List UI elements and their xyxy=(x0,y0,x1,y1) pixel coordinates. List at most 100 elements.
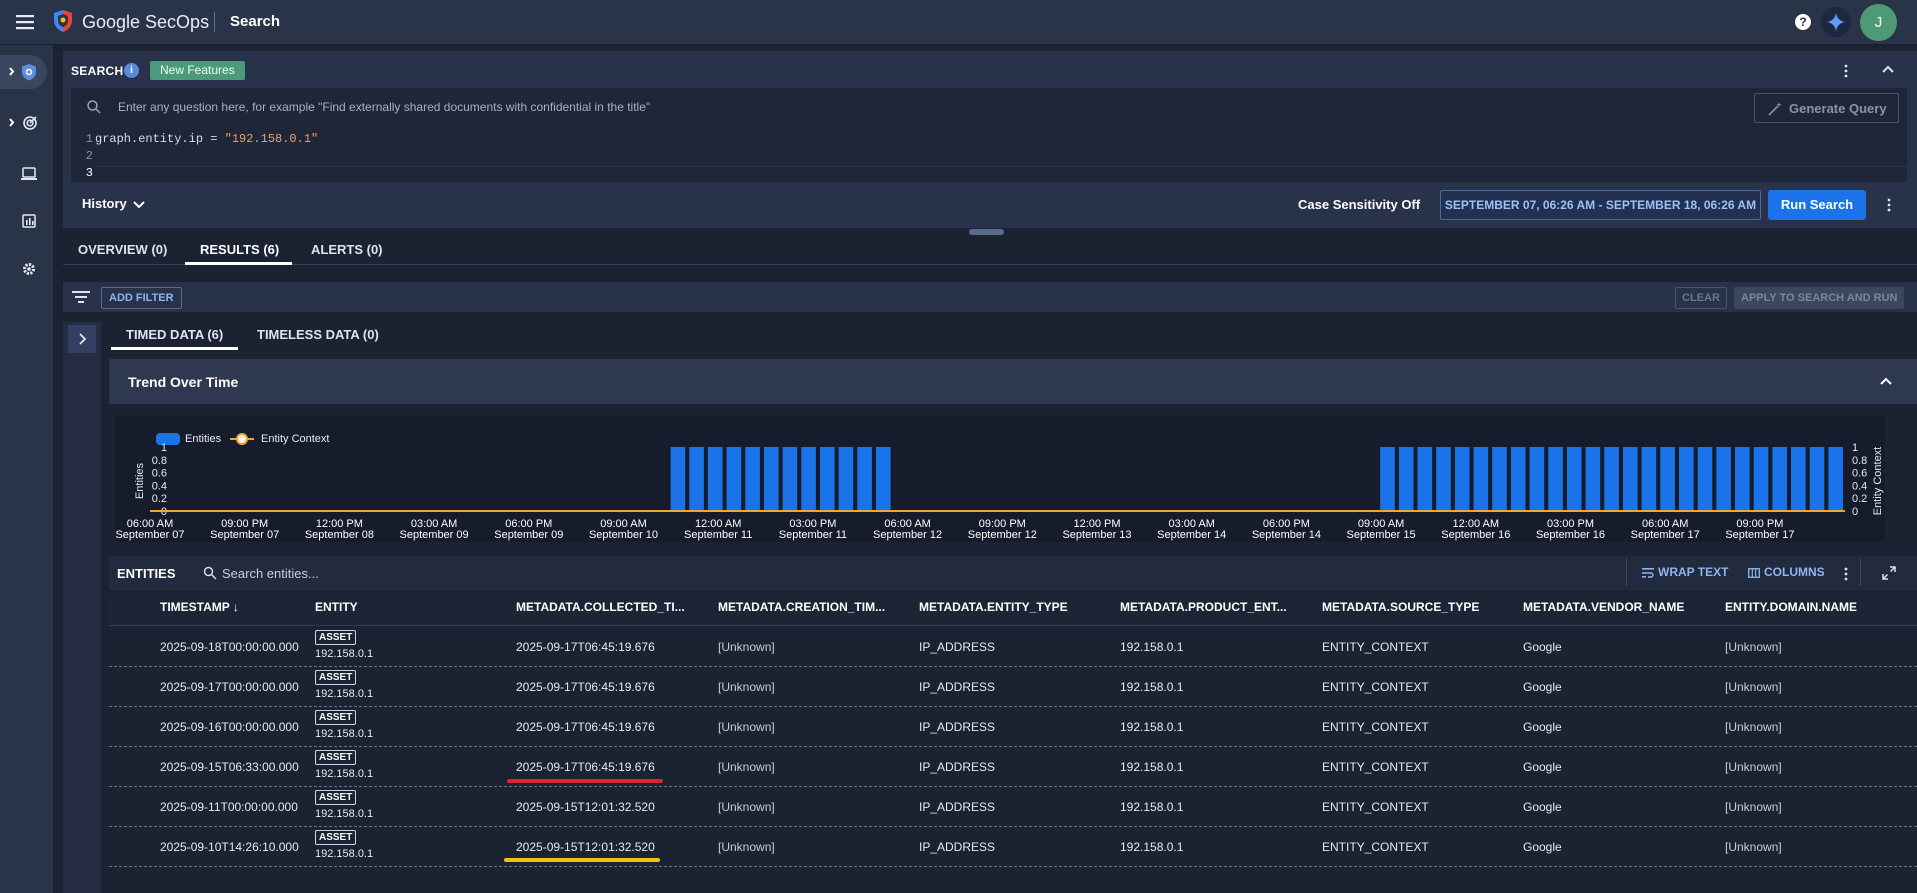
cell-source-type: ENTITY_CONTEXT xyxy=(1322,640,1429,654)
nav-item-detection[interactable] xyxy=(0,106,53,140)
gemini-icon[interactable] xyxy=(1821,7,1851,37)
code-string: "192.158.0.1" xyxy=(224,132,319,146)
more-vert-icon[interactable] xyxy=(1838,63,1854,79)
bar xyxy=(1772,447,1787,511)
bar xyxy=(1380,447,1395,511)
cell-entity[interactable]: 192.158.0.1 xyxy=(315,688,373,700)
expand-panel-button[interactable] xyxy=(68,325,96,353)
bar xyxy=(820,447,835,511)
nav-item-search[interactable] xyxy=(0,55,47,89)
entities-search-input[interactable] xyxy=(222,563,622,583)
chevron-down-icon[interactable] xyxy=(133,200,145,210)
cell-entity[interactable]: 192.158.0.1 xyxy=(315,808,373,820)
more-vert-icon[interactable] xyxy=(1838,566,1854,582)
tab-timed-data[interactable]: TIMED DATA (6) xyxy=(126,327,223,342)
menu-icon[interactable] xyxy=(14,12,36,32)
cell-source-type: ENTITY_CONTEXT xyxy=(1322,840,1429,854)
natural-language-input[interactable] xyxy=(118,97,1738,117)
column-header-entity[interactable]: ENTITY xyxy=(315,600,358,614)
new-features-badge[interactable]: New Features xyxy=(150,61,245,80)
table-row[interactable] xyxy=(109,707,1917,747)
generate-query-button[interactable]: Generate Query xyxy=(1754,93,1899,123)
cell-product-entity: 192.158.0.1 xyxy=(1120,720,1184,734)
table-row[interactable] xyxy=(109,787,1917,827)
wrap-text-button[interactable]: WRAP TEXT xyxy=(1642,565,1728,579)
fullscreen-icon[interactable] xyxy=(1881,565,1897,581)
query-editor[interactable]: 1 graph.entity.ip = "192.158.0.1" 2 3 xyxy=(71,126,1907,182)
search-icon xyxy=(203,566,217,580)
column-header-collected-time[interactable]: METADATA.COLLECTED_TI... xyxy=(516,600,685,614)
cell-vendor-name: Google xyxy=(1523,840,1562,854)
cell-entity[interactable]: 192.158.0.1 xyxy=(315,848,373,860)
cell-entity-type: IP_ADDRESS xyxy=(919,680,996,694)
trend-chart-svg: EntitiesEntity Context Entities00.20.40.… xyxy=(115,433,1884,541)
y-tick-label: 0.6 xyxy=(152,468,167,480)
tab-overview[interactable]: OVERVIEW (0) xyxy=(78,242,167,257)
column-header-source-type[interactable]: METADATA.SOURCE_TYPE xyxy=(1322,600,1479,614)
table-row[interactable] xyxy=(109,747,1917,787)
cell-entity[interactable]: 192.158.0.1 xyxy=(315,768,373,780)
nav-item-investigation[interactable] xyxy=(0,157,53,191)
add-filter-button[interactable]: ADD FILTER xyxy=(101,287,182,309)
bar xyxy=(689,447,704,511)
bar xyxy=(1623,447,1638,511)
avatar[interactable]: J xyxy=(1860,4,1897,41)
clear-button[interactable]: CLEAR xyxy=(1675,287,1727,309)
cell-entity[interactable]: 192.158.0.1 xyxy=(315,728,373,740)
cell-creation-time: [Unknown] xyxy=(718,640,775,654)
yellow-highlight-mark xyxy=(504,858,660,862)
x-tick-label: September 07 xyxy=(115,529,184,541)
tab-timeless-data[interactable]: TIMELESS DATA (0) xyxy=(257,327,379,342)
date-range-picker[interactable]: SEPTEMBER 07, 06:26 AM - SEPTEMBER 18, 0… xyxy=(1440,190,1761,220)
bar xyxy=(1604,447,1619,511)
bar xyxy=(1679,447,1694,511)
cell-entity[interactable]: 192.158.0.1 xyxy=(315,648,373,660)
filter-icon[interactable] xyxy=(72,290,90,304)
x-tick-label: September 13 xyxy=(1062,529,1131,541)
table-row[interactable] xyxy=(109,827,1917,867)
x-tick-label: September 12 xyxy=(873,529,942,541)
bar xyxy=(764,447,779,511)
help-icon[interactable]: ? xyxy=(1795,14,1811,30)
active-line xyxy=(95,166,1907,182)
bar xyxy=(1417,447,1433,511)
table-row[interactable] xyxy=(109,627,1917,667)
line-number: 1 xyxy=(85,132,93,146)
bar xyxy=(1716,447,1731,511)
info-icon[interactable]: i xyxy=(124,63,139,78)
brand-name: Google SecOps xyxy=(82,12,210,32)
column-header-product-entity[interactable]: METADATA.PRODUCT_ENT... xyxy=(1120,600,1287,614)
search-icon xyxy=(86,99,102,115)
case-sensitivity-toggle[interactable]: Case Sensitivity Off xyxy=(1298,197,1420,212)
column-header-creation-time[interactable]: METADATA.CREATION_TIM... xyxy=(718,600,885,614)
table-row[interactable] xyxy=(109,667,1917,707)
y2-tick-label: 1 xyxy=(1852,442,1858,454)
column-header-timestamp[interactable]: TIMESTAMP ↓ xyxy=(160,600,239,614)
cell-collected-time: 2025-09-17T06:45:19.676 xyxy=(516,640,655,654)
x-tick-label: September 08 xyxy=(305,529,374,541)
cell-source-type: ENTITY_CONTEXT xyxy=(1322,680,1429,694)
more-vert-icon[interactable] xyxy=(1881,197,1897,213)
tab-results[interactable]: RESULTS (6) xyxy=(200,242,279,257)
columns-button[interactable]: COLUMNS xyxy=(1748,565,1825,579)
run-search-button[interactable]: Run Search xyxy=(1768,190,1866,220)
collapse-panel-icon[interactable] xyxy=(1878,59,1898,79)
column-header-domain-name[interactable]: ENTITY.DOMAIN.NAME xyxy=(1725,600,1857,614)
apply-to-search-button[interactable]: APPLY TO SEARCH AND RUN xyxy=(1734,287,1905,309)
chevron-up-icon[interactable] xyxy=(1878,373,1894,389)
top-bar xyxy=(0,0,1917,45)
column-header-vendor-name[interactable]: METADATA.VENDOR_NAME xyxy=(1523,600,1684,614)
nav-item-settings[interactable] xyxy=(0,252,53,286)
nav-item-dashboards[interactable] xyxy=(0,204,53,238)
column-header-entity-type[interactable]: METADATA.ENTITY_TYPE xyxy=(919,600,1068,614)
cell-creation-time: [Unknown] xyxy=(718,680,775,694)
cell-timestamp: 2025-09-10T14:26:10.000 xyxy=(160,840,299,854)
cell-domain-name: [Unknown] xyxy=(1725,680,1782,694)
tab-alerts[interactable]: ALERTS (0) xyxy=(311,242,383,257)
red-highlight-mark xyxy=(507,779,663,783)
history-button[interactable]: History xyxy=(82,196,127,211)
resize-handle[interactable] xyxy=(969,229,1004,235)
active-subtab-indicator xyxy=(111,347,238,350)
cell-entity-type: IP_ADDRESS xyxy=(919,720,996,734)
asset-badge: ASSET xyxy=(315,790,357,805)
